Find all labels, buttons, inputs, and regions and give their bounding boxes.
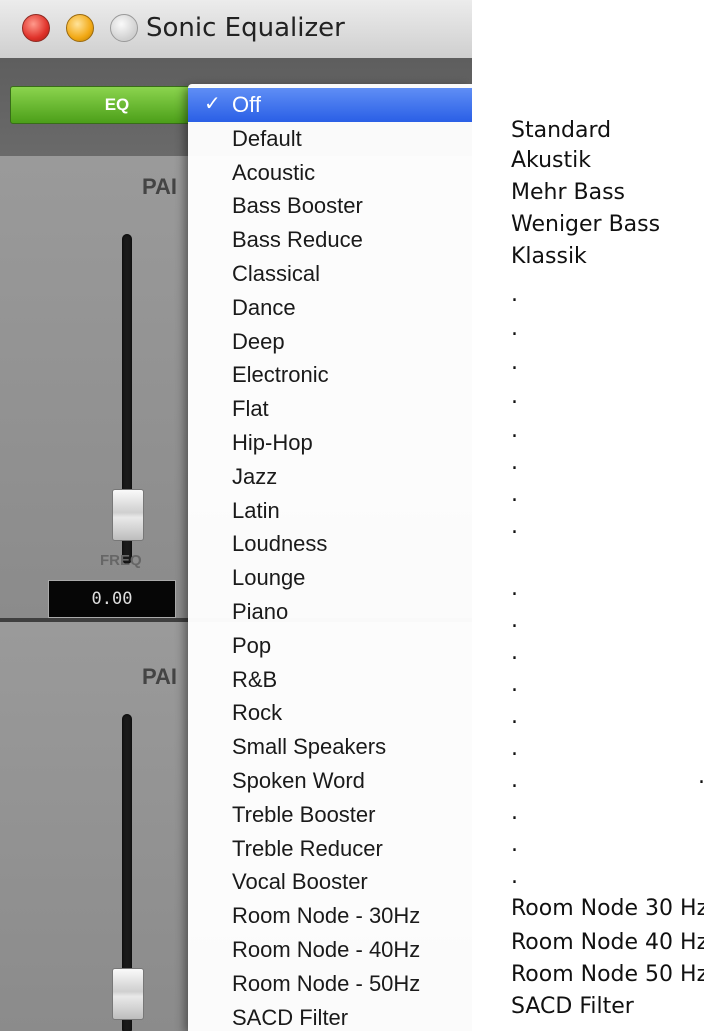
annotation-dot: . (511, 350, 518, 375)
preset-menu-list: ✓ Off Default Acoustic Bass Booster Bass Redu… (188, 88, 472, 1031)
menu-item-small-speakers[interactable]: Small Speakers (188, 730, 472, 764)
window-title: Sonic Equalizer (146, 13, 345, 43)
annotation-dot: . (511, 672, 518, 697)
freq-readout[interactable]: 0.00 (48, 580, 176, 618)
menu-item-room-node-50hz[interactable]: Room Node - 50Hz (188, 967, 472, 1001)
menu-item-label: Treble Reducer (232, 835, 383, 861)
annotation-note: SACD Filter (511, 994, 634, 1019)
menu-item-label: Piano (232, 598, 289, 624)
annotation-dot: . (511, 832, 518, 857)
menu-item-label: Treble Booster (232, 801, 376, 827)
annotation-dot: . (511, 282, 518, 307)
menu-item-label: Hip-Hop (232, 429, 313, 455)
menu-item-label: Electronic (232, 362, 329, 388)
menu-item-sacd-filter[interactable]: SACD Filter (188, 1001, 472, 1031)
menu-item-label: Flat (232, 396, 269, 422)
annotation-dot: . (511, 316, 518, 341)
annotation-dot: . (511, 418, 518, 443)
menu-item-label: Latin (232, 497, 280, 523)
menu-item-treble-booster[interactable]: Treble Booster (188, 798, 472, 832)
menu-item-treble-reducer[interactable]: Treble Reducer (188, 832, 472, 866)
menu-item-label: Rock (232, 700, 283, 726)
menu-item-off[interactable]: ✓ Off (188, 88, 472, 122)
menu-item-spoken-word[interactable]: Spoken Word (188, 764, 472, 798)
menu-item-label: Small Speakers (232, 734, 387, 760)
menu-item-latin[interactable]: Latin (188, 494, 472, 528)
menu-item-label: Jazz (232, 463, 278, 489)
annotation-dot: . (511, 640, 518, 665)
annotation-dot: . (511, 704, 518, 729)
menu-item-label: Room Node - 50Hz (232, 970, 421, 996)
menu-item-jazz[interactable]: Jazz (188, 460, 472, 494)
annotation-note: Weniger Bass (511, 212, 661, 237)
annotation-note: Room Node 50 Hz (511, 962, 704, 987)
annotation-dot: . (511, 514, 518, 539)
menu-item-loudness[interactable]: Loudness (188, 527, 472, 561)
panel-label: PAI (142, 664, 178, 689)
annotation-dot: . (511, 450, 518, 475)
menu-item-room-node-40hz[interactable]: Room Node - 40Hz (188, 933, 472, 967)
menu-item-default[interactable]: Default (188, 122, 472, 156)
freq-label: FREQ (100, 552, 142, 569)
preset-dropdown-menu: ✓ Off Default Acoustic Bass Booster Bass Redu… (188, 84, 472, 1031)
menu-item-label: Classical (232, 260, 321, 286)
menu-item-flat[interactable]: Flat (188, 392, 472, 426)
annotation-note: Klassik (511, 244, 587, 269)
annotation-note: Mehr Bass (511, 180, 625, 205)
menu-item-deep[interactable]: Deep (188, 325, 472, 359)
annotation-note: Room Node 30 Hz (511, 896, 704, 921)
menu-item-r-b[interactable]: R&B (188, 663, 472, 697)
menu-item-label: Pop (232, 632, 272, 658)
menu-item-rock[interactable]: Rock (188, 696, 472, 730)
close-window-button[interactable] (22, 14, 50, 42)
panel-label: PAI (142, 174, 178, 199)
freq-slider-handle[interactable] (112, 489, 144, 541)
annotation-dot: . (511, 800, 518, 825)
title-bar: Sonic Equalizer (0, 0, 472, 59)
menu-item-label: Spoken Word (232, 767, 365, 793)
menu-item-label: Vocal Booster (232, 869, 368, 895)
menu-item-classical[interactable]: Classical (188, 257, 472, 291)
annotation-dot: . (698, 764, 704, 789)
checkmark-icon: ✓ (204, 93, 221, 115)
menu-item-vocal-booster[interactable]: Vocal Booster (188, 865, 472, 899)
menu-item-label: Room Node - 40Hz (232, 936, 421, 962)
menu-item-label: Bass Reduce (232, 227, 363, 253)
menu-item-room-node-30hz[interactable]: Room Node - 30Hz (188, 899, 472, 933)
menu-item-dance[interactable]: Dance (188, 291, 472, 325)
menu-item-label: Deep (232, 328, 285, 354)
annotation-dot: . (511, 384, 518, 409)
menu-item-label: SACD Filter (232, 1004, 349, 1030)
annotation-dot: . (511, 768, 518, 793)
menu-item-hip-hop[interactable]: Hip-Hop (188, 426, 472, 460)
menu-item-label: Off (232, 92, 261, 117)
annotation-note: Akustik (511, 148, 591, 173)
menu-item-piano[interactable]: Piano (188, 595, 472, 629)
menu-item-label: Acoustic (232, 159, 316, 185)
zoom-window-button[interactable] (110, 14, 138, 42)
menu-item-label: R&B (232, 666, 278, 692)
menu-item-acoustic[interactable]: Acoustic (188, 156, 472, 190)
menu-item-label: Bass Booster (232, 193, 363, 219)
menu-item-label: Loudness (232, 531, 328, 557)
sonic-equalizer-window: Sonic Equalizer EQ PAI FREQ 0.00 PAI ✓ Of… (0, 0, 472, 1031)
menu-item-pop[interactable]: Pop (188, 629, 472, 663)
annotation-dot: . (511, 736, 518, 761)
annotation-note: Standard (511, 118, 612, 143)
menu-item-label: Room Node - 30Hz (232, 903, 421, 929)
menu-item-label: Default (232, 125, 302, 151)
annotation-dot: . (511, 576, 518, 601)
menu-item-label: Lounge (232, 565, 306, 591)
annotation-dot: . (511, 608, 518, 633)
minimize-window-button[interactable] (66, 14, 94, 42)
menu-item-lounge[interactable]: Lounge (188, 561, 472, 595)
annotation-dot: . (511, 482, 518, 507)
menu-item-label: Dance (232, 294, 296, 320)
menu-item-electronic[interactable]: Electronic (188, 358, 472, 392)
annotation-note: Room Node 40 Hz (511, 930, 704, 955)
freq-slider-handle[interactable] (112, 968, 144, 1020)
annotation-dot: . (511, 864, 518, 889)
menu-item-bass-booster[interactable]: Bass Booster (188, 189, 472, 223)
menu-item-bass-reduce[interactable]: Bass Reduce (188, 223, 472, 257)
